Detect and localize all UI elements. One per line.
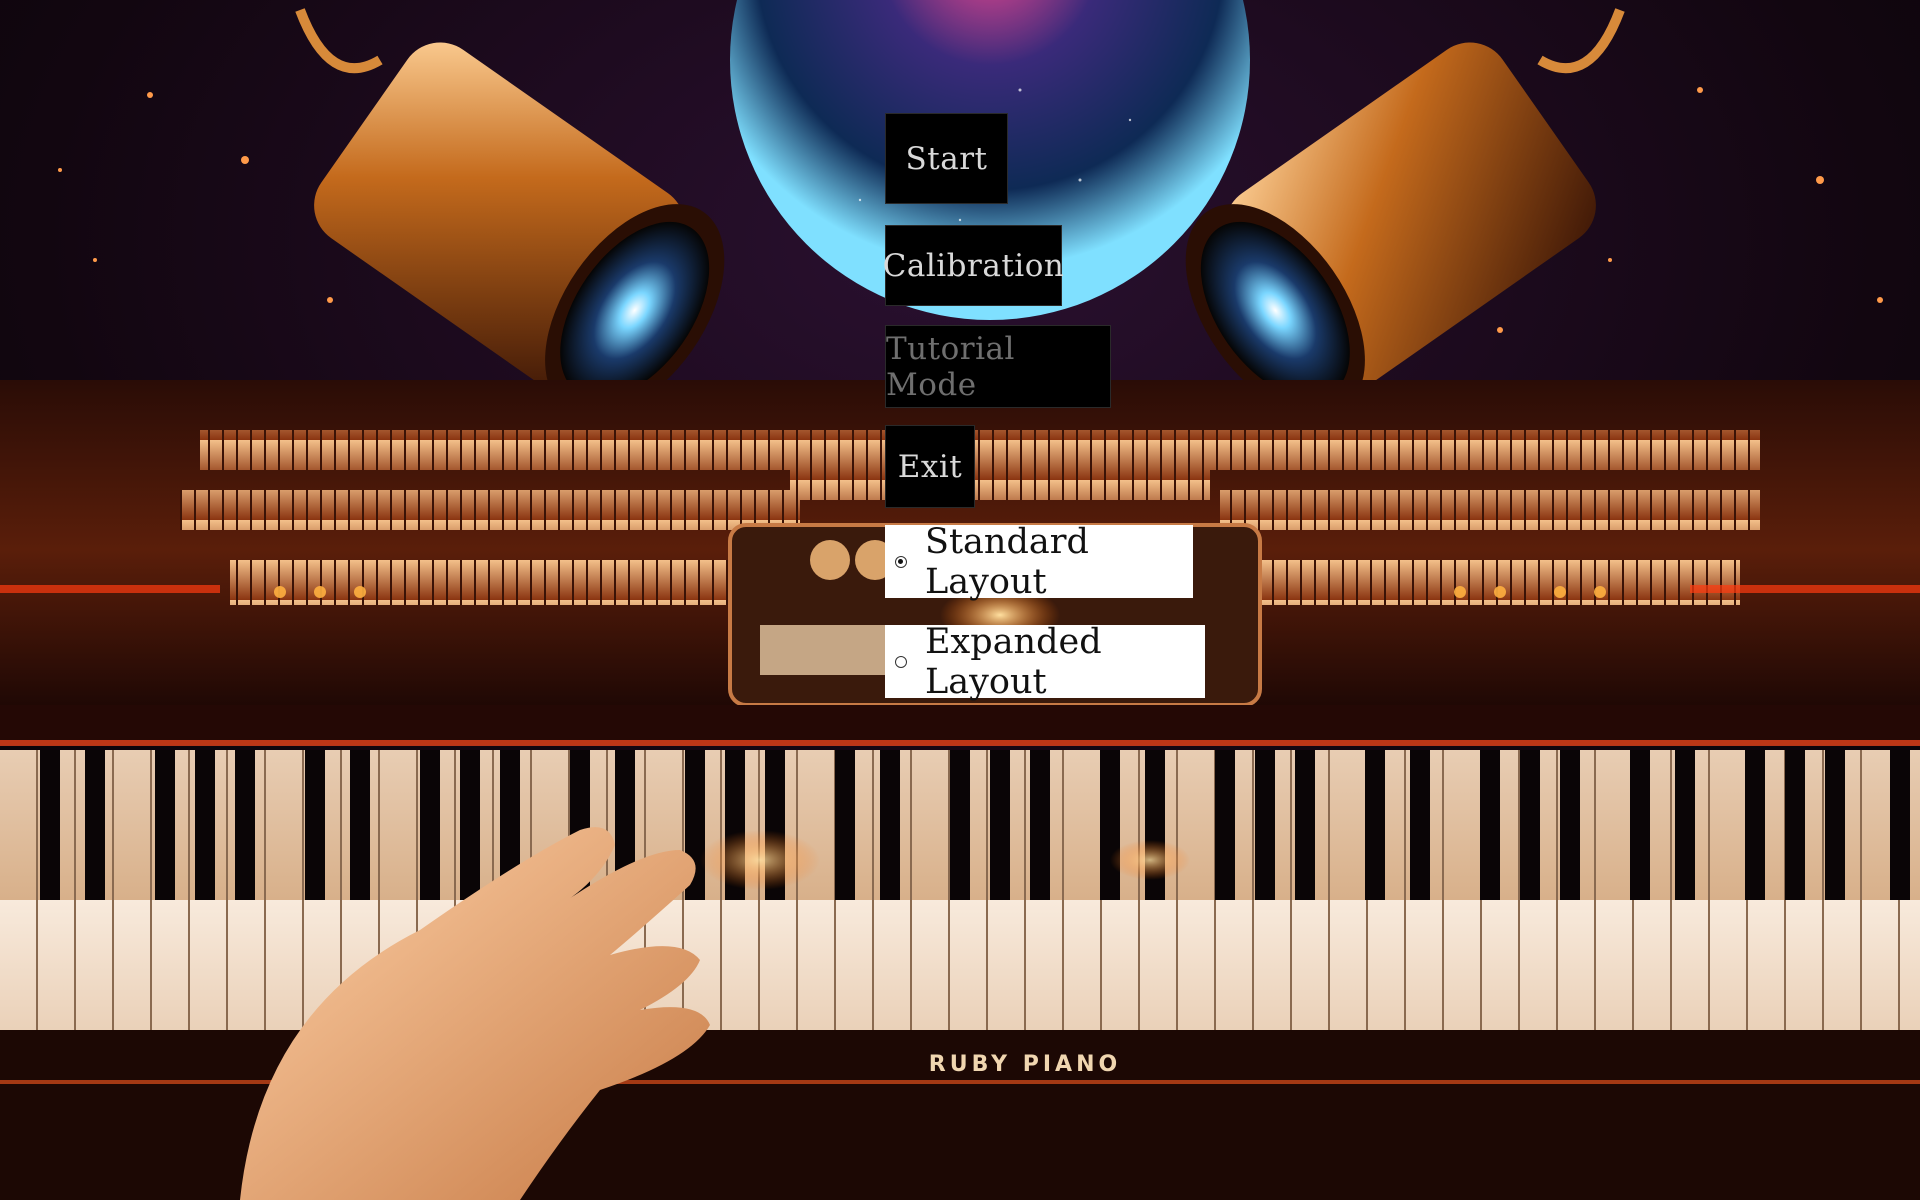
expanded-layout-label: Expanded Layout <box>925 621 1102 702</box>
piano-brand-label: RUBY PIANO <box>928 1052 1122 1077</box>
radio-selected-icon <box>895 555 907 568</box>
tutorial-mode-button-label: Tutorial Mode <box>886 330 1015 403</box>
calibration-button[interactable]: Calibration <box>882 225 1065 306</box>
standard-layout-radio[interactable]: Standard Layout <box>885 522 1193 602</box>
start-button[interactable]: Start <box>885 113 1008 204</box>
start-button-label: Start <box>905 140 988 177</box>
exit-button[interactable]: Exit <box>885 425 975 508</box>
calibration-button-label: Calibration <box>882 247 1065 284</box>
expanded-layout-radio[interactable]: Expanded Layout <box>885 622 1205 702</box>
radio-unselected-icon <box>895 655 907 668</box>
exit-button-label: Exit <box>897 448 963 485</box>
tutorial-mode-button[interactable]: Tutorial Mode <box>885 325 1111 408</box>
standard-layout-label: Standard Layout <box>925 521 1089 602</box>
